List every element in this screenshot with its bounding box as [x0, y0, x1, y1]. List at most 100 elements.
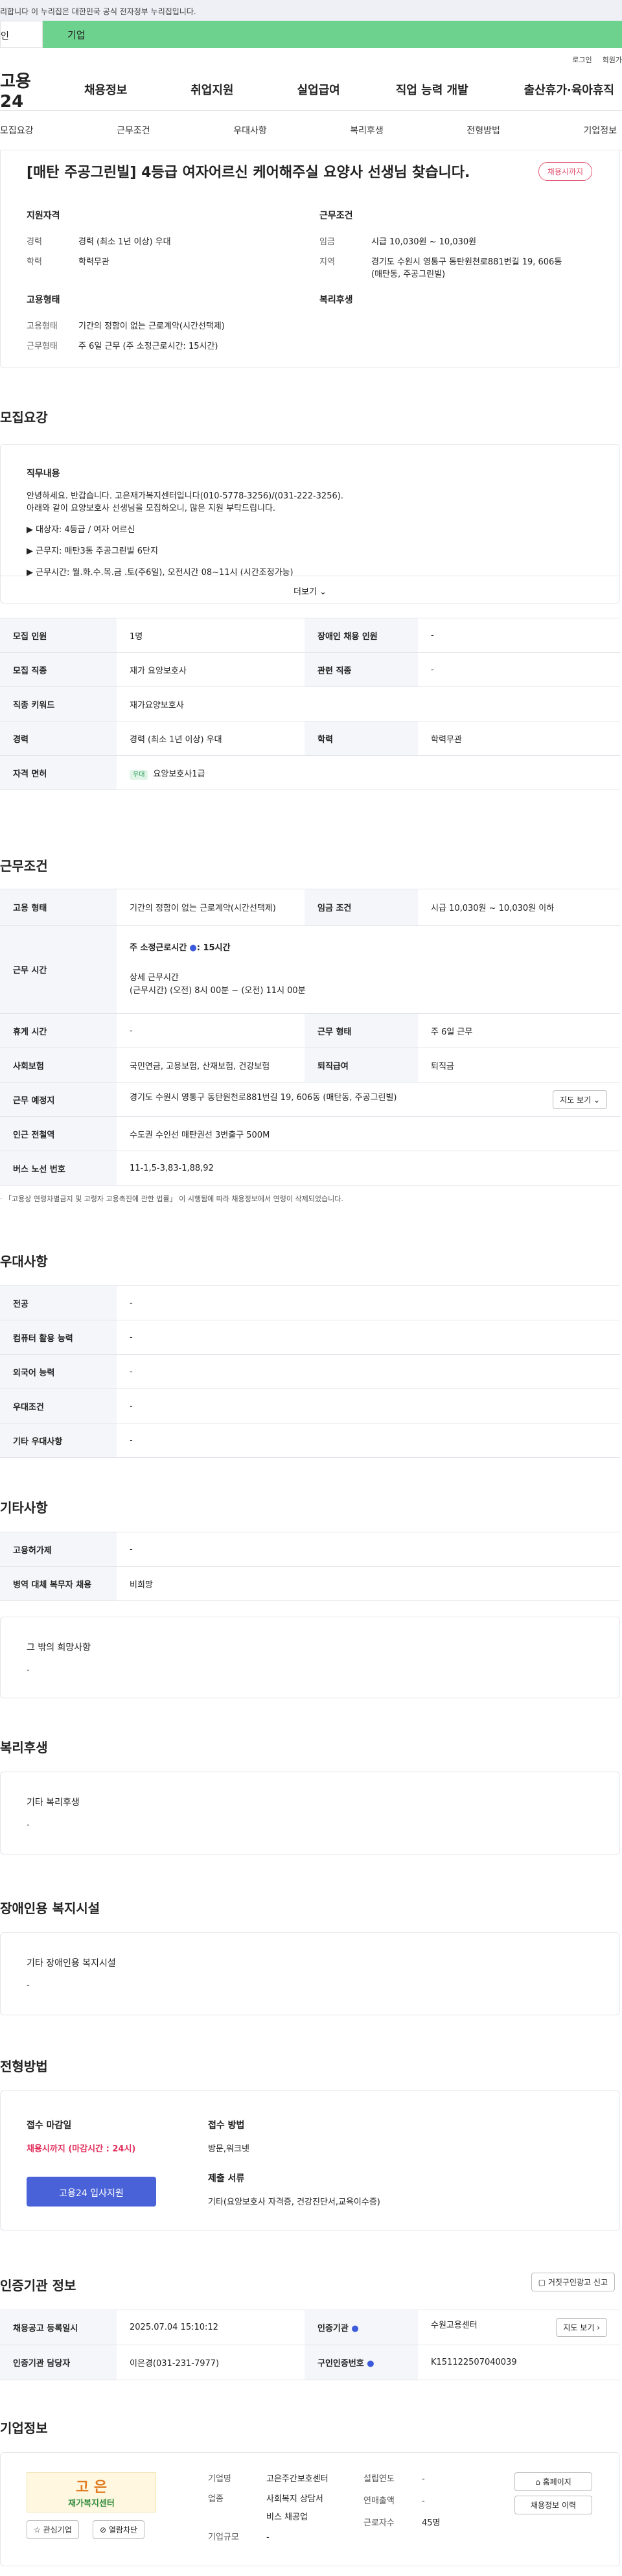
logo[interactable]: 고용24 — [0, 68, 51, 111]
label: 우대조건 — [0, 1388, 117, 1423]
value: 비희망 — [117, 1566, 620, 1601]
gnb-leave[interactable]: 출산휴가·육아휴직 — [524, 81, 614, 98]
history-button[interactable]: 채용정보 이력 — [514, 2496, 592, 2514]
gnb-benefit[interactable]: 실업급여 — [297, 81, 340, 98]
method-heading: 접수 방법 — [208, 2120, 245, 2131]
label: 기업명 — [208, 2474, 231, 2484]
company-name: 고은주간보호센터 — [266, 2474, 328, 2484]
homepage-button[interactable]: ⌂ 홈페이지 — [514, 2472, 592, 2491]
condition-table: 고용 형태 기간의 정함이 없는 근로계약(시간선택제) 임금 조건 시급 10,03… — [0, 889, 620, 1186]
license-name: 요양보호사1급 — [153, 769, 205, 779]
chevron-down-icon: ⌄ — [319, 587, 327, 597]
company-size: - — [266, 2533, 270, 2542]
industry-line: 사회복지 상담서 — [266, 2494, 323, 2504]
map-label: 지도 보기 — [563, 2323, 595, 2332]
gnb-jobs[interactable]: 채용정보 — [84, 81, 127, 98]
qualification-block: 지원자격 경력 경력 (최소 1년 이상) 우대 학력 학력무관 — [27, 209, 171, 275]
value: 국민연금, 고용보험, 산재보험, 건강보험 — [117, 1048, 305, 1083]
area-value: 경기도 수원시 영통구 동탄원천로881번길 19, 606동 (매탄동, 주공그… — [371, 255, 562, 279]
employment-block: 고용형태 고용형태 기간의 정함이 없는 근로계약(시간선택제) 근무형태 주 6일… — [27, 293, 225, 359]
value: 퇴직금 — [418, 1048, 620, 1083]
disabled-facility-section: 장애인용 복지시설 기타 장애인용 복지시설 - — [0, 1898, 620, 2015]
report-icon: ▢ — [538, 2278, 546, 2287]
more-button[interactable]: 더보기 ⌄ — [1, 576, 619, 603]
location-text: 경기도 수원시 영통구 동탄원천로881번길 19, 606동 (매탄동, 주공… — [130, 1092, 397, 1103]
block-button[interactable]: ⊘ 열람차단 — [93, 2520, 145, 2539]
label: 인증기관 담당자 — [0, 2345, 117, 2380]
duty-line: 아래와 같이 요양보호사 선생님을 모집하오니, 많은 지원 부탁드립니다. — [27, 504, 276, 513]
label: 업종 — [208, 2494, 224, 2504]
snav-condition[interactable]: 근무조건 — [117, 124, 150, 137]
duty-card: 직무내용 안녕하세요. 반갑습니다. 고은재가복지센터입니다(010-5778-… — [0, 444, 620, 603]
industry-line: 비스 채공업 — [266, 2512, 308, 2522]
recruit-section: 모집요강 직무내용 안녕하세요. 반갑습니다. 고은재가복지센터입니다(010-… — [0, 407, 620, 790]
label: 연매출액 — [363, 2496, 395, 2506]
area-line: 경기도 수원시 영통구 동탄원천로881번길 19, 606동 — [371, 257, 562, 267]
time-hours: : 15시간 — [196, 943, 231, 953]
value: 시급 10,030원 ~ 10,030원 이하 — [418, 889, 620, 926]
snav-recruit[interactable]: 모집요강 — [0, 124, 34, 137]
snav-selection[interactable]: 전형방법 — [466, 124, 500, 137]
company-logo: 고 은 재가복지센터 — [27, 2472, 156, 2512]
label: 모집 인원 — [0, 618, 117, 653]
welfare-block: 복리후생 — [319, 293, 353, 319]
info-icon[interactable]: ● — [367, 2359, 374, 2369]
snav-company[interactable]: 기업정보 — [583, 124, 617, 137]
label: 기타 우대사항 — [0, 1423, 117, 1458]
section-title: 기업정보 — [0, 2420, 48, 2436]
label: 근무형태 — [27, 342, 58, 351]
login-link[interactable]: 로그인 — [572, 56, 592, 64]
section-title: 기타사항 — [0, 1500, 48, 1516]
gnb-support[interactable]: 취업지원 — [190, 81, 233, 98]
global-nav: 고용24 채용정보 취업지원 실업급여 직업 능력 개발 출산휴가·육아휴직 — [0, 68, 622, 111]
employment-heading: 고용형태 — [27, 295, 60, 305]
status-badge: 채용시까지 — [538, 162, 592, 181]
info-icon[interactable]: ● — [189, 943, 196, 953]
area-line: (매탄동, 주공그린빌) — [371, 270, 446, 279]
info-icon[interactable]: ● — [351, 2324, 358, 2334]
homepage-label: 홈페이지 — [542, 2477, 571, 2487]
favorite-button[interactable]: ☆ 관심기업 — [27, 2520, 79, 2539]
value: 주 6일 근무 — [418, 1013, 620, 1048]
value: 재가 요양보호사 — [117, 652, 305, 687]
join-link[interactable]: 회원가 — [603, 56, 622, 64]
report-label: 거짓구인광고 신고 — [547, 2278, 608, 2287]
label: 버스 노선 번호 — [0, 1151, 117, 1186]
welfare-heading: 기타 복리후생 — [27, 1797, 80, 1808]
welfare-section: 복리후생 기타 복리후생 - — [0, 1737, 620, 1855]
label: 인근 전철역 — [0, 1116, 117, 1151]
gnb-training[interactable]: 직업 능력 개발 — [396, 81, 468, 98]
section-title: 전형방법 — [0, 2059, 48, 2074]
snav-preference[interactable]: 우대사항 — [233, 124, 267, 137]
logo-subtext: 재가복지센터 — [68, 2499, 115, 2509]
map-button[interactable]: 지도 보기 ⌄ — [553, 1090, 607, 1109]
label: 고용허가제 — [0, 1532, 117, 1567]
facility-heading: 기타 장애인용 복지시설 — [27, 1958, 116, 1969]
apply-button[interactable]: 고용24 입사지원 — [27, 2177, 156, 2207]
snav-welfare[interactable]: 복리후생 — [350, 124, 384, 137]
label: 근무 시간 — [0, 925, 117, 1014]
value: - — [117, 1388, 620, 1423]
label: 임금 조건 — [305, 889, 418, 926]
founded-year: - — [422, 2474, 425, 2484]
tab-company[interactable]: 기업 — [43, 21, 622, 48]
value: 학력무관 — [418, 721, 620, 756]
label: 인증기관 ● — [305, 2310, 418, 2345]
value: 11-1,5-3,83-1,88,92 — [117, 1151, 620, 1186]
preference-section: 우대사항 전공 - 컴퓨터 활용 능력 - 외국어 능력 - 우대조건 - 기타 우대사… — [0, 1251, 620, 1458]
time-detail-heading: 상세 근무시간 — [130, 972, 179, 983]
value: 이은경(031-231-7977) — [117, 2345, 305, 2380]
work-form-value: 주 6일 근무 (주 소정근로시간: 15시간) — [78, 342, 218, 351]
company-info-left: 기업명 고은주간보호센터 업종 사회복지 상담서 비스 채공업 기업규모 - — [208, 2468, 328, 2549]
time-detail: (근무시간) (오전) 8시 00분 ~ (오전) 11시 00분 — [130, 985, 306, 996]
star-icon: ☆ — [34, 2525, 41, 2535]
facility-value: - — [27, 1981, 30, 1991]
report-button[interactable]: ▢ 거짓구인광고 신고 — [531, 2273, 615, 2291]
tab-individual[interactable]: 인 — [0, 21, 43, 48]
duty-line: ▶ 대상자: 4등급 / 여자 어르신 — [27, 525, 135, 535]
duty-text: 안녕하세요. 반갑습니다. 고은재가복지센터입니다(010-5778-3256)… — [27, 490, 343, 579]
map-button[interactable]: 지도 보기 › — [556, 2318, 607, 2337]
preference-table: 전공 - 컴퓨터 활용 능력 - 외국어 능력 - 우대조건 - 기타 우대사항 - — [0, 1285, 620, 1458]
location-value: 경기도 수원시 영통구 동탄원천로881번길 19, 606동 (매탄동, 주공… — [117, 1082, 620, 1117]
value: 2025.07.04 15:10:12 — [117, 2310, 305, 2345]
